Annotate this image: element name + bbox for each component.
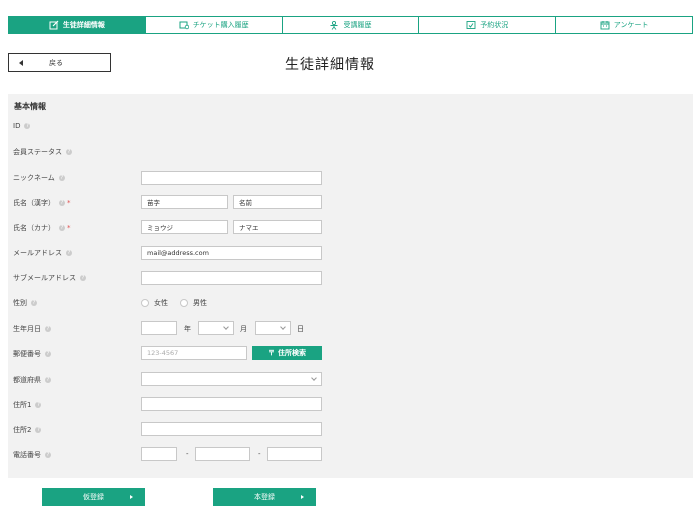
- tab-attendance-history[interactable]: 受講履歴: [282, 17, 420, 33]
- radio-button[interactable]: [141, 299, 149, 307]
- phone-part2-input[interactable]: [195, 447, 250, 461]
- basic-info-panel: 基本情報 ID? 会員ステータス? ニックネーム? 氏名（漢字）? * 苗字 名前…: [8, 94, 693, 478]
- help-icon[interactable]: ?: [45, 326, 51, 332]
- phone-separator: -: [258, 450, 261, 458]
- required-mark: *: [67, 199, 71, 207]
- chevron-down-icon: [223, 324, 229, 330]
- birth-year-input[interactable]: [141, 321, 177, 335]
- help-icon[interactable]: ?: [45, 452, 51, 458]
- arrow-left-icon: [19, 59, 23, 66]
- help-icon[interactable]: ?: [45, 351, 51, 357]
- tab-bar: 生徒詳細情報 チケット購入履歴 受講履歴 予約状況 アンケート: [8, 16, 693, 34]
- help-icon[interactable]: ?: [35, 402, 42, 408]
- email-input[interactable]: mail@address.com: [141, 246, 322, 260]
- nickname-label: ニックネーム?: [13, 174, 65, 182]
- help-icon[interactable]: ?: [35, 427, 42, 433]
- zip-input[interactable]: 123-4567: [141, 346, 247, 360]
- phone-separator: -: [186, 450, 189, 458]
- chevron-down-icon: [280, 324, 286, 330]
- last-name-kana-input[interactable]: ミョウジ: [141, 220, 228, 234]
- gender-option-male[interactable]: 男性: [180, 298, 207, 308]
- zip-label: 郵便番号?: [13, 350, 51, 358]
- phone-part1-input[interactable]: [141, 447, 177, 461]
- tab-ticket-history[interactable]: チケット購入履歴: [145, 17, 283, 33]
- name-kanji-label: 氏名（漢字）? *: [13, 199, 71, 207]
- year-unit: 年: [184, 325, 191, 333]
- edit-icon: [49, 20, 59, 30]
- gender-label: 性別?: [13, 299, 37, 307]
- survey-icon: [600, 21, 610, 30]
- section-title: 基本情報: [14, 102, 46, 111]
- birth-day-select[interactable]: [255, 321, 291, 335]
- first-name-kana-input[interactable]: ナマエ: [233, 220, 322, 234]
- phone-label: 電話番号?: [13, 451, 51, 459]
- id-label: ID?: [13, 122, 31, 130]
- help-icon[interactable]: ?: [66, 250, 72, 256]
- help-icon[interactable]: ?: [31, 300, 37, 306]
- radio-button[interactable]: [180, 299, 188, 307]
- name-kana-label: 氏名（カナ）? *: [13, 224, 71, 232]
- tab-label: 生徒詳細情報: [62, 21, 105, 29]
- address2-input[interactable]: [141, 422, 322, 436]
- arrow-right-icon: [130, 495, 133, 499]
- tab-label: チケット購入履歴: [192, 21, 249, 29]
- tab-label: 予約状況: [480, 21, 509, 29]
- tab-label: アンケート: [613, 21, 649, 29]
- address-search-button[interactable]: 〒 住所検索: [252, 346, 322, 360]
- sub-email-input[interactable]: [141, 271, 322, 285]
- gender-option-female[interactable]: 女性: [141, 298, 168, 308]
- temp-register-label: 仮登録: [83, 493, 104, 501]
- calendar-check-icon: [466, 21, 476, 29]
- birthday-label: 生年月日?: [13, 325, 51, 333]
- chevron-down-icon: [311, 375, 317, 381]
- help-icon[interactable]: ?: [59, 200, 65, 206]
- prefecture-select[interactable]: [141, 372, 322, 386]
- help-icon[interactable]: ?: [66, 149, 72, 155]
- address1-input[interactable]: [141, 397, 322, 411]
- nickname-input[interactable]: [141, 171, 322, 185]
- help-icon[interactable]: ?: [24, 123, 31, 129]
- help-icon[interactable]: ?: [59, 225, 65, 231]
- birth-month-select[interactable]: [198, 321, 234, 335]
- help-icon[interactable]: ?: [80, 275, 86, 281]
- address1-label: 住所1?: [13, 401, 42, 409]
- phone-part3-input[interactable]: [267, 447, 322, 461]
- prefecture-label: 都道府県?: [13, 376, 51, 384]
- month-unit: 月: [240, 325, 247, 333]
- register-label: 本登録: [254, 493, 275, 501]
- help-icon[interactable]: ?: [58, 175, 65, 181]
- member-status-label: 会員ステータス?: [13, 148, 72, 156]
- register-button[interactable]: 本登録: [213, 488, 316, 506]
- help-icon[interactable]: ?: [45, 377, 51, 383]
- tab-reservation-status[interactable]: 予約状況: [419, 17, 557, 33]
- page-title: 生徒詳細情報: [285, 57, 375, 73]
- tab-label: 受講履歴: [343, 21, 372, 29]
- email-label: メールアドレス?: [13, 249, 72, 257]
- sub-email-label: サブメールアドレス?: [13, 274, 86, 282]
- back-button[interactable]: 戻る: [8, 53, 111, 72]
- ticket-icon: [179, 21, 189, 30]
- required-mark: *: [67, 224, 71, 232]
- address2-label: 住所2?: [13, 426, 42, 434]
- tab-survey[interactable]: アンケート: [556, 17, 692, 33]
- tab-student-details[interactable]: 生徒詳細情報: [9, 17, 146, 33]
- first-name-input[interactable]: 名前: [233, 195, 322, 209]
- back-button-label: 戻る: [49, 58, 63, 67]
- temp-register-button[interactable]: 仮登録: [42, 488, 145, 506]
- person-icon: [330, 20, 338, 30]
- address-search-label: 住所検索: [278, 349, 306, 357]
- day-unit: 日: [297, 325, 304, 333]
- arrow-right-icon: [301, 495, 304, 499]
- last-name-input[interactable]: 苗字: [141, 195, 228, 209]
- postal-mark-icon: 〒: [268, 349, 275, 357]
